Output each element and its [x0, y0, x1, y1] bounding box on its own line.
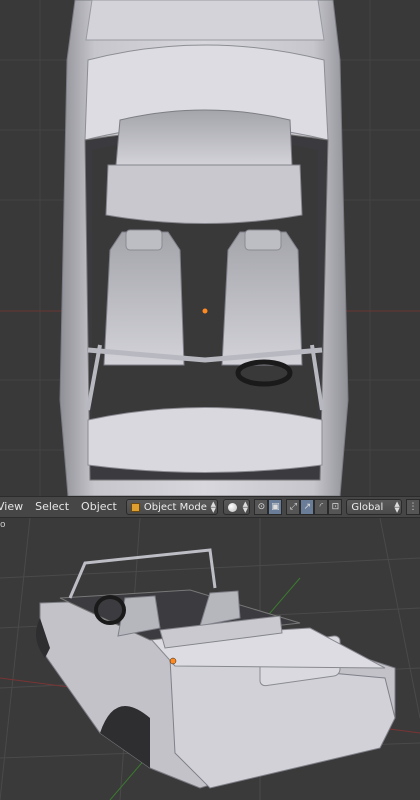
- car-model-perspective[interactable]: [36, 548, 396, 789]
- scale-icon[interactable]: ⊡: [328, 499, 343, 515]
- mode-label: Object Mode: [143, 501, 207, 513]
- rotate-icon[interactable]: ◜: [314, 499, 329, 515]
- dropdown-arrows-icon: ▲ ▼: [394, 500, 400, 514]
- dropdown-arrows-icon: ▲ ▼: [210, 500, 217, 514]
- mode-dropdown[interactable]: Object Mode ▲ ▼: [125, 499, 219, 515]
- manipulator-toggle-icon[interactable]: ⤢: [286, 499, 301, 515]
- solid-shading-icon: [228, 502, 238, 512]
- bottom-viewport[interactable]: o: [0, 518, 420, 800]
- orientation-label: Global: [351, 501, 384, 513]
- dropdown-arrows-icon: ▲ ▼: [242, 500, 249, 514]
- shading-dropdown[interactable]: ▲ ▼: [223, 499, 251, 515]
- top-viewport[interactable]: [0, 0, 420, 496]
- orientation-dropdown[interactable]: Global ▲ ▼: [346, 499, 403, 515]
- car-model-top[interactable]: [59, 0, 349, 496]
- translate-icon[interactable]: ↗: [300, 499, 315, 515]
- viewport-marker: o: [0, 520, 6, 530]
- menu-view[interactable]: View: [0, 497, 29, 517]
- viewport-header: View Select Object Object Mode ▲ ▼ ▲ ▼ ⊙ ▣…: [0, 496, 420, 518]
- pivot-icon[interactable]: ⊙: [254, 499, 269, 515]
- layer-icon[interactable]: ⋮: [406, 499, 420, 515]
- menu-select[interactable]: Select: [29, 497, 75, 517]
- cube-icon: [130, 502, 140, 512]
- bounding-box-icon[interactable]: ▣: [268, 499, 283, 515]
- object-origin: [202, 308, 208, 314]
- top-view-scene: [0, 0, 420, 496]
- menu-object[interactable]: Object: [75, 497, 123, 517]
- object-origin: [169, 657, 177, 665]
- perspective-scene: [0, 518, 420, 800]
